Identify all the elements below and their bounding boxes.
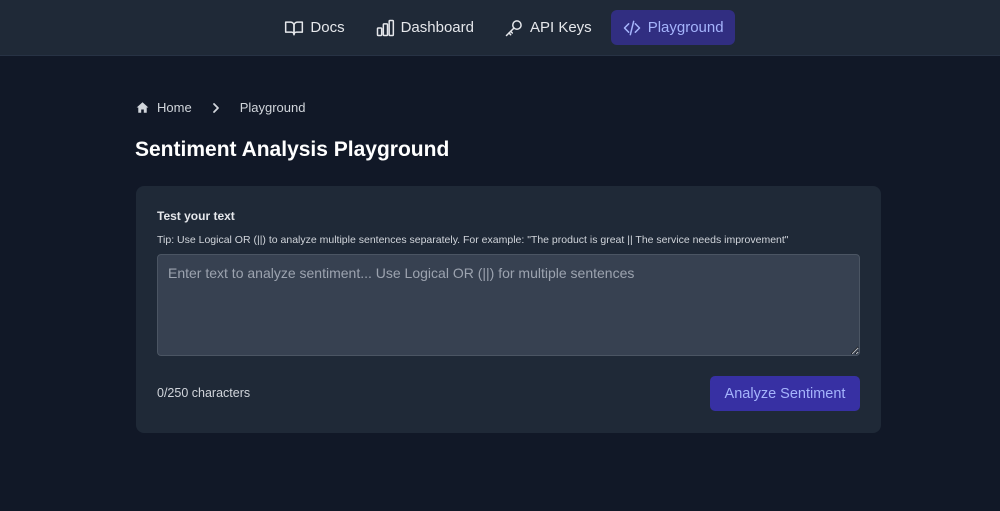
book-open-icon [284,18,304,38]
nav-item-label: Docs [310,19,345,36]
chevron-right-icon [200,102,232,114]
input-label: Test your text [157,209,235,223]
nav-item-dashboard[interactable]: Dashboard [364,10,485,45]
breadcrumb-home-link[interactable]: Home [157,100,192,115]
breadcrumb-current: Playground [239,100,306,115]
code-icon [622,18,642,38]
analyze-sentiment-button[interactable]: Analyze Sentiment [710,376,860,411]
page-title: Sentiment Analysis Playground [135,138,450,161]
input-tip: Tip: Use Logical OR (||) to analyze mult… [157,234,789,246]
key-icon [504,18,524,38]
bar-chart-icon [375,18,395,38]
nav-item-label: API Keys [529,19,592,36]
nav-item-docs[interactable]: Docs [273,10,355,45]
nav-item-api-keys[interactable]: API Keys [493,10,603,45]
playground-card: Test your text Tip: Use Logical OR (||) … [136,186,881,433]
home-icon[interactable] [136,101,149,114]
breadcrumb: Home Playground [136,100,305,115]
sentiment-text-input[interactable] [157,254,860,356]
nav-item-playground[interactable]: Playground [610,10,735,45]
nav-item-label: Dashboard [400,19,474,36]
nav-item-label: Playground [647,19,724,36]
top-navigation: Docs Dashboard API Keys Playground [0,0,1000,56]
character-count: 0/250 characters [157,386,251,400]
